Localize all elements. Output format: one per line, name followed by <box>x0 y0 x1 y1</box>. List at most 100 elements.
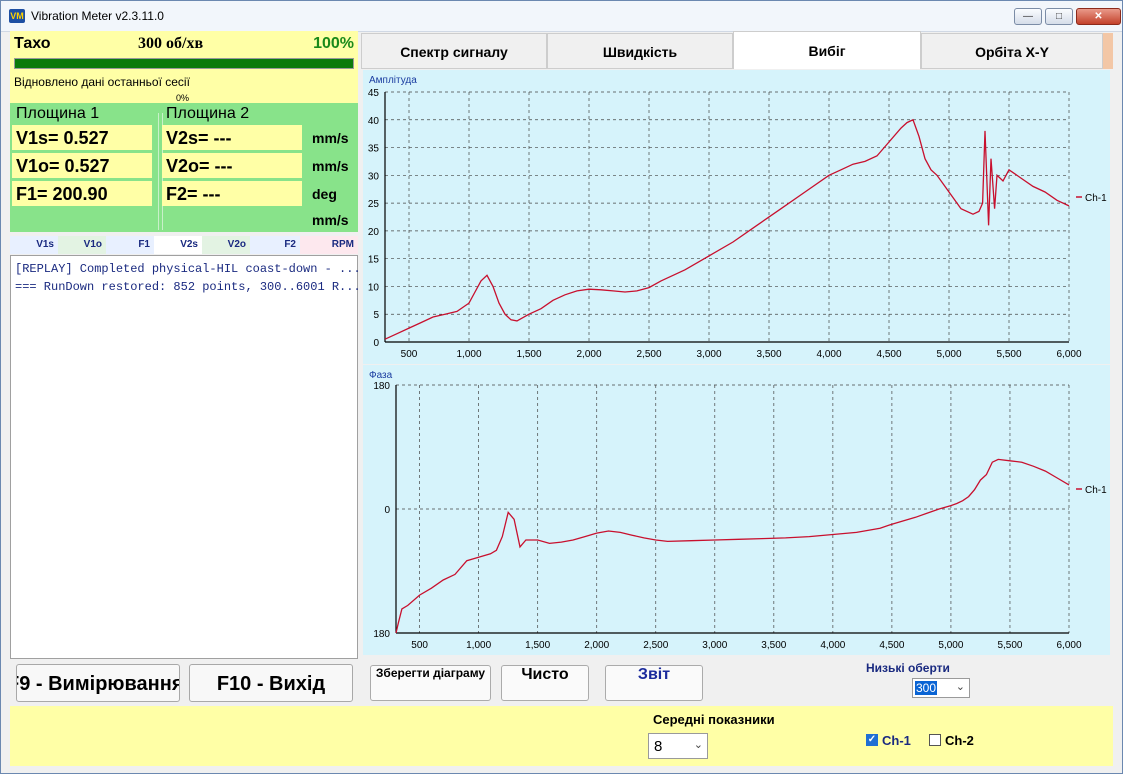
averages-select[interactable]: 8 ⌄ <box>648 733 708 759</box>
plot-area <box>385 92 1069 342</box>
legend-entry: Ch-1 <box>1085 193 1107 204</box>
y-tick-label: 5 <box>373 310 379 321</box>
planes-panel: Площина 1 Площина 2 V1s= 0.527 V1o= 0.52… <box>10 103 358 232</box>
checkbox-checked-icon: ✓ <box>866 734 878 746</box>
x-tick-label: 2,000 <box>576 349 601 360</box>
y-tick-label: 0 <box>373 338 379 349</box>
tab-orbit[interactable]: Орбіта X-Y <box>921 33 1103 69</box>
tab-speed[interactable]: Швидкість <box>547 33 733 69</box>
y-tick-label: 180 <box>373 629 390 640</box>
minimize-button[interactable]: — <box>1014 8 1042 25</box>
x-tick-label: 5,500 <box>997 640 1022 651</box>
x-tick-label: 1,000 <box>456 349 481 360</box>
column-header[interactable]: F2 <box>250 236 300 254</box>
f2-value: F2= --- <box>162 181 302 206</box>
exit-button[interactable]: F10 - Вихід <box>189 664 353 702</box>
tacho-percent: 100% <box>313 35 354 52</box>
x-tick-label: 500 <box>411 640 428 651</box>
tacho-progress-fill <box>15 59 353 68</box>
column-header[interactable]: V2s <box>154 236 202 254</box>
column-header[interactable]: F1 <box>106 236 154 254</box>
unit-label: mm/s <box>312 158 349 174</box>
x-tick-label: 3,500 <box>756 349 781 360</box>
report-button[interactable]: Звіт <box>605 665 703 701</box>
x-tick-label: 6,000 <box>1056 349 1081 360</box>
clear-button[interactable]: Чисто <box>501 665 589 701</box>
averages-label: Середні показники <box>653 712 775 727</box>
log-column-headers: V1s V1o F1 V2s V2o F2 RPM <box>10 236 358 254</box>
low-rpm-value: 300 <box>915 681 938 695</box>
plane2-title: Площина 2 <box>166 105 250 122</box>
column-header[interactable]: V1s <box>10 236 58 254</box>
tab-rundown[interactable]: Вибіг <box>733 31 921 70</box>
v2s-value: V2s= --- <box>162 125 302 150</box>
x-tick-label: 5,500 <box>996 349 1021 360</box>
y-tick-label: 180 <box>373 381 390 392</box>
unit-label: mm/s <box>312 212 349 228</box>
v1o-value: V1o= 0.527 <box>12 153 152 178</box>
measure-button[interactable]: F9 - Вимірювання <box>16 664 180 702</box>
y-tick-label: 10 <box>368 282 380 293</box>
y-tick-label: 20 <box>368 227 380 238</box>
x-tick-label: 1,000 <box>466 640 491 651</box>
maximize-button[interactable]: □ <box>1045 8 1073 25</box>
log-line: === RunDown restored: 852 points, 300..6… <box>15 280 361 294</box>
chart-title: Фаза <box>369 370 393 381</box>
low-rpm-label: Низькі оберти <box>866 661 950 675</box>
unit-label: deg <box>312 186 337 202</box>
plane-divider <box>158 113 159 230</box>
checkbox-label: Ch-1 <box>882 733 911 748</box>
x-tick-label: 1,500 <box>525 640 550 651</box>
x-tick-label: 2,500 <box>636 349 661 360</box>
v1s-value: V1s= 0.527 <box>12 125 152 150</box>
x-tick-label: 5,000 <box>938 640 963 651</box>
tacho-panel: Тахо 300 об/хв 100% Відновлено дані оста… <box>10 31 358 103</box>
x-tick-label: 2,500 <box>643 640 668 651</box>
x-tick-label: 4,500 <box>879 640 904 651</box>
event-log[interactable]: [REPLAY] Completed physical-HIL coast-do… <box>10 255 361 659</box>
y-tick-label: 0 <box>384 505 390 516</box>
x-tick-label: 500 <box>401 349 418 360</box>
amplitude-chart: Амплітуда 500 1,000 1,500 2,000 2,500 3,000 3,5… <box>363 70 1110 364</box>
tacho-rpm: 300 об/хв <box>138 35 204 52</box>
tab-scroll-edge <box>1103 33 1113 69</box>
chevron-down-icon: ⌄ <box>955 681 965 693</box>
plane1-title: Площина 1 <box>16 105 100 122</box>
y-tick-label: 35 <box>368 144 380 155</box>
column-header[interactable]: RPM <box>300 236 358 254</box>
x-tick-label: 4,000 <box>820 640 845 651</box>
title-bar[interactable]: VM Vibration Meter v2.3.11.0 — □ ✕ <box>1 1 1122 32</box>
save-chart-button[interactable]: Зберегти діаграму <box>370 665 491 701</box>
averages-value: 8 <box>654 738 663 755</box>
x-tick-label: 5,000 <box>936 349 961 360</box>
y-tick-label: 45 <box>368 88 380 99</box>
tab-bar: Спектр сигналу Швидкість Вибіг Орбіта X-… <box>361 31 1103 70</box>
y-tick-label: 15 <box>368 255 380 266</box>
chart-title: Амплітуда <box>369 75 417 86</box>
x-tick-label: 1,500 <box>516 349 541 360</box>
x-tick-label: 3,000 <box>702 640 727 651</box>
x-tick-label: 4,500 <box>876 349 901 360</box>
y-tick-label: 30 <box>368 171 380 182</box>
unit-label: mm/s <box>312 130 349 146</box>
f1-value: F1= 200.90 <box>12 181 152 206</box>
column-header[interactable]: V2o <box>202 236 250 254</box>
checkbox-unchecked-icon <box>929 734 941 746</box>
chevron-down-icon: ⌄ <box>693 739 703 751</box>
low-rpm-select[interactable]: 300 ⌄ <box>912 678 970 698</box>
y-tick-label: 25 <box>368 199 380 210</box>
small-percent-label: 0% <box>176 93 190 103</box>
window-title: Vibration Meter v2.3.11.0 <box>31 9 164 23</box>
tab-spectrum[interactable]: Спектр сигналу <box>361 33 547 69</box>
close-button[interactable]: ✕ <box>1076 8 1121 25</box>
x-tick-label: 2,000 <box>584 640 609 651</box>
session-status-text: Відновлено дані останньої сесії <box>14 75 190 89</box>
x-tick-label: 6,000 <box>1056 640 1081 651</box>
tacho-progress-bar <box>14 58 354 69</box>
x-tick-label: 3,000 <box>696 349 721 360</box>
app-logo-icon: VM <box>9 9 25 23</box>
column-header[interactable]: V1o <box>58 236 106 254</box>
log-line: [REPLAY] Completed physical-HIL coast-do… <box>15 262 361 276</box>
phase-chart: Фаза 500 1,000 1,500 2,000 2,500 3,000 3,500 4,0… <box>363 365 1110 655</box>
legend-entry: Ch-1 <box>1085 485 1107 496</box>
